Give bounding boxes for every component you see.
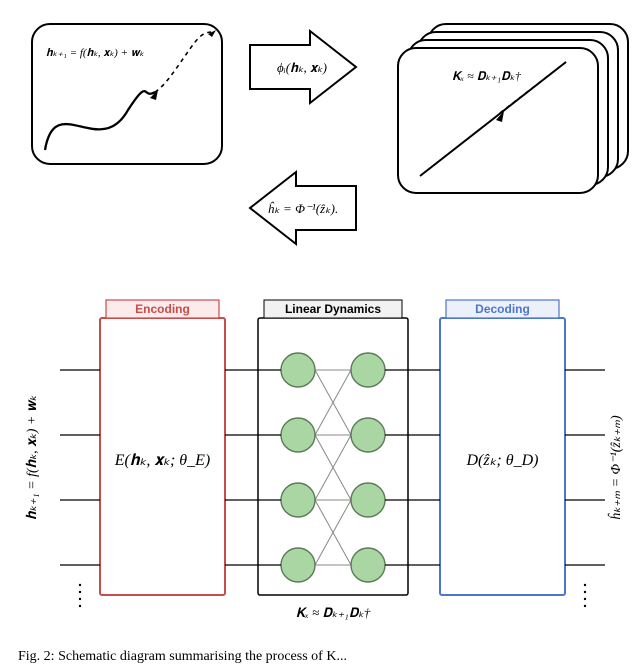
- encoder-fn: E(𝐡ₖ, 𝐱ₖ; θ_E): [114, 452, 210, 469]
- dots: [79, 584, 81, 586]
- node: [281, 483, 315, 517]
- koopman-eq: 𝐊ₓ ≈ 𝐃ₖ₊₁𝐃ₖ†: [452, 69, 522, 83]
- node: [351, 483, 385, 517]
- figure-caption: Fig. 2: Schematic diagram summarising th…: [18, 649, 347, 664]
- input-eq: 𝐡ₖ₊₁ = f(𝐡ₖ, 𝐱ₖ) + 𝐰ₖ: [25, 394, 40, 520]
- node: [351, 548, 385, 582]
- koopman-bottom: 𝐊ₓ ≈ 𝐃ₖ₊₁𝐃ₖ†: [296, 605, 371, 620]
- node: [351, 418, 385, 452]
- node: [281, 353, 315, 387]
- nonlinear-panel: [32, 24, 222, 164]
- dots: [584, 598, 586, 600]
- dots: [79, 591, 81, 593]
- output-eq: ĥₖ₊ₘ = Φ⁻¹(ẑₖ₊ₘ): [607, 415, 624, 520]
- dynamics-title: Linear Dynamics: [285, 302, 381, 316]
- dots: [79, 605, 81, 607]
- dots: [584, 591, 586, 593]
- node: [351, 353, 385, 387]
- dots: [79, 598, 81, 600]
- lift-fn: ϕᵢ(𝐡ₖ, 𝐱ₖ): [277, 60, 327, 75]
- dots: [584, 605, 586, 607]
- decoder-title: Decoding: [475, 302, 530, 316]
- dots: [584, 584, 586, 586]
- inverse-fn: ĥₖ = Φ⁻¹(ẑₖ).: [268, 201, 338, 216]
- decoder-fn: D(ẑₖ; θ_D): [466, 452, 539, 469]
- dynamics-block: [258, 318, 408, 595]
- node: [281, 548, 315, 582]
- encoder-title: Encoding: [135, 302, 190, 316]
- node: [281, 418, 315, 452]
- nonlinear-eq: 𝐡ₖ₊₁ = f(𝐡ₖ, 𝐱ₖ) + 𝐰ₖ: [46, 47, 144, 59]
